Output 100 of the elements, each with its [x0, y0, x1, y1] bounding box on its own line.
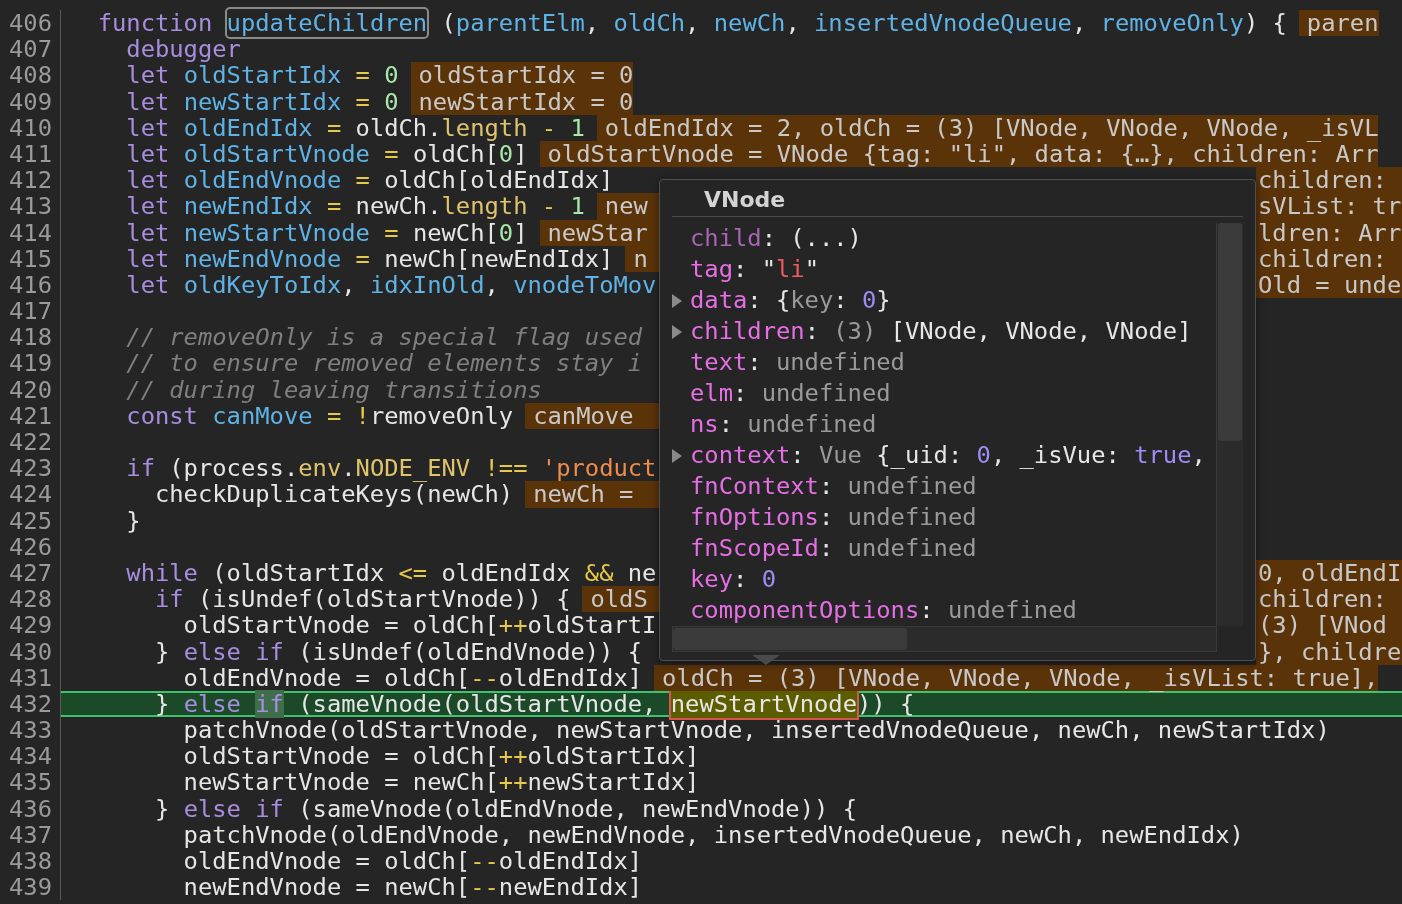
line-number: 422	[0, 429, 61, 456]
property-entry: tag: "li"	[690, 254, 819, 285]
inline-value: }, childre	[1256, 638, 1402, 665]
property-entry: ns: undefined	[690, 409, 877, 440]
inline-value: new	[596, 193, 659, 220]
line-number: 439	[0, 874, 61, 901]
inline-value: 0, oldEndI	[1256, 559, 1402, 587]
line-number: 438	[0, 848, 61, 875]
code-line: let oldStartVnode = oldCh[0]	[125, 140, 528, 168]
line-number: 411	[0, 140, 61, 168]
code-line: checkDuplicateKeys(newCh)	[153, 481, 514, 508]
inline-value: children:	[1256, 245, 1402, 272]
property-entry: data: {key: 0}	[690, 285, 891, 316]
inline-value: oldStartVnode = VNode {tag: "li", data: {…}, children: Arr	[539, 140, 1379, 168]
code-line: while (oldStartIdx <= oldEndIdx && ne	[125, 559, 657, 587]
code-line: if (process.env.NODE_ENV !== 'product	[125, 455, 657, 482]
line-number: 407	[0, 36, 61, 63]
line-number: 431	[0, 664, 61, 691]
line-number: 409	[0, 88, 61, 115]
line-number: 406	[0, 10, 61, 37]
inline-value: sVList: tr	[1256, 193, 1402, 220]
code-line: let newStartIdx = 0	[125, 88, 399, 115]
line-number: 426	[0, 533, 61, 560]
line-number: 419	[0, 350, 61, 377]
line-number: 414	[0, 219, 61, 246]
code-line: oldEndVnode = oldCh[--oldEndIdx]	[182, 848, 643, 875]
line-number: 423	[0, 455, 61, 482]
inline-value: (3) [VNod	[1256, 612, 1402, 639]
code-line: } else if (sameVnode(oldStartVnode, newStartVnode)) {	[153, 692, 915, 716]
expand-triangle-icon[interactable]	[672, 324, 682, 339]
inline-value: canMove	[525, 402, 659, 429]
line-number: 408	[0, 62, 61, 89]
inline-value: n	[625, 245, 659, 272]
property-entry: children: (3) [VNode, VNode, VNode]	[690, 316, 1192, 347]
line-number: 410	[0, 114, 61, 141]
property-entry: elm: undefined	[690, 378, 891, 409]
line-number: 434	[0, 743, 61, 770]
popover-title: VNode	[703, 186, 787, 214]
code-line: let oldEndVnode = oldCh[oldEndIdx]	[125, 167, 614, 194]
code-line: let oldEndIdx = oldCh.length - 1	[125, 114, 585, 141]
line-number: 429	[0, 612, 61, 639]
code-line: oldStartVnode = oldCh[++oldStartI	[182, 612, 657, 639]
inline-value: ldren: Arr	[1256, 219, 1402, 246]
code-line: newStartVnode = newCh[++newStartIdx]	[182, 769, 700, 796]
inline-value: oldStartIdx = 0	[410, 62, 634, 89]
code-line: if (isUndef(oldStartVnode)) {	[153, 586, 571, 613]
property-entry: context: Vue {_uid: 0, _isVue: true,	[690, 440, 1206, 471]
inline-value: Old = unde	[1256, 271, 1402, 299]
code-line: newEndVnode = newCh[--newEndIdx]	[182, 874, 643, 901]
line-number: 413	[0, 193, 61, 220]
code-line: let newEndIdx = newCh.length - 1	[125, 193, 585, 220]
inline-value: newStartIdx = 0	[410, 88, 634, 115]
code-line: oldEndVnode = oldCh[--oldEndIdx]	[182, 664, 643, 691]
expand-triangle-icon[interactable]	[672, 293, 682, 308]
code-line: const canMove = !removeOnly	[125, 402, 514, 429]
code-line: } else if (sameVnode(oldEndVnode, newEndVnode)) {	[153, 795, 857, 822]
code-line: } else if (isUndef(oldEndVnode)) {	[153, 638, 643, 665]
line-number: 436	[0, 795, 61, 822]
inline-value: oldS	[582, 586, 659, 613]
code-line: let newEndVnode = newCh[newEndIdx]	[125, 245, 614, 272]
property-entry: fnScopeId: undefined	[690, 533, 977, 564]
code-line: }	[125, 507, 141, 534]
code-line: // removeOnly is a special flag used	[125, 324, 643, 351]
line-number: 421	[0, 402, 61, 429]
line-number: 416	[0, 271, 61, 299]
code-line: let oldStartIdx = 0	[125, 62, 399, 89]
line-number: 425	[0, 507, 61, 534]
expand-triangle-icon[interactable]	[672, 448, 682, 463]
line-number: 424	[0, 481, 61, 508]
property-entry: componentOptions: undefined	[690, 595, 1077, 626]
inline-value: children:	[1256, 167, 1402, 194]
line-number: 428	[0, 586, 61, 613]
code-line: patchVnode(oldStartVnode, newStartVnode, insertedVnodeQueue, newCh, newStartIdx)	[182, 717, 1330, 744]
line-number: 427	[0, 559, 61, 587]
line-number: 435	[0, 769, 61, 796]
property-entry: fnContext: undefined	[690, 471, 977, 502]
line-number: 430	[0, 638, 61, 665]
inline-value: newStar	[539, 219, 659, 246]
line-number: 412	[0, 167, 61, 194]
inline-value: newCh =	[525, 481, 659, 508]
line-number: 433	[0, 717, 61, 744]
line-number: 415	[0, 245, 61, 272]
property-entry: fnOptions: undefined	[690, 502, 977, 533]
code-line: function updateChildren (parentElm, oldCh, newCh, insertedVnodeQueue, removeOnly) {	[96, 10, 1287, 37]
line-number: 420	[0, 376, 61, 403]
line-number: 417	[0, 298, 61, 325]
line-number: 437	[0, 821, 61, 848]
code-line: let newStartVnode = newCh[0]	[125, 219, 528, 246]
line-number: 418	[0, 324, 61, 351]
code-line: patchVnode(oldEndVnode, newEndVnode, insertedVnodeQueue, newCh, newEndIdx)	[182, 821, 1244, 848]
code-line: // during leaving transitions	[125, 376, 542, 403]
code-line: // to ensure removed elements stay i	[125, 350, 643, 377]
code-line: debugger	[125, 36, 241, 63]
code-line: oldStartVnode = oldCh[++oldStartIdx]	[182, 743, 700, 770]
property-entry: child: (...)	[690, 223, 862, 254]
inline-value: oldEndIdx = 2, oldCh = (3) [VNode, VNode, VNode, _isVL	[596, 114, 1379, 141]
code-line: let oldKeyToIdx, idxInOld, vnodeToMov	[125, 271, 657, 299]
property-entry: text: undefined	[690, 347, 905, 378]
inline-value: paren	[1298, 10, 1379, 37]
inline-value: oldCh = (3) [VNode, VNode, VNode, _isVList: true],	[654, 664, 1379, 691]
